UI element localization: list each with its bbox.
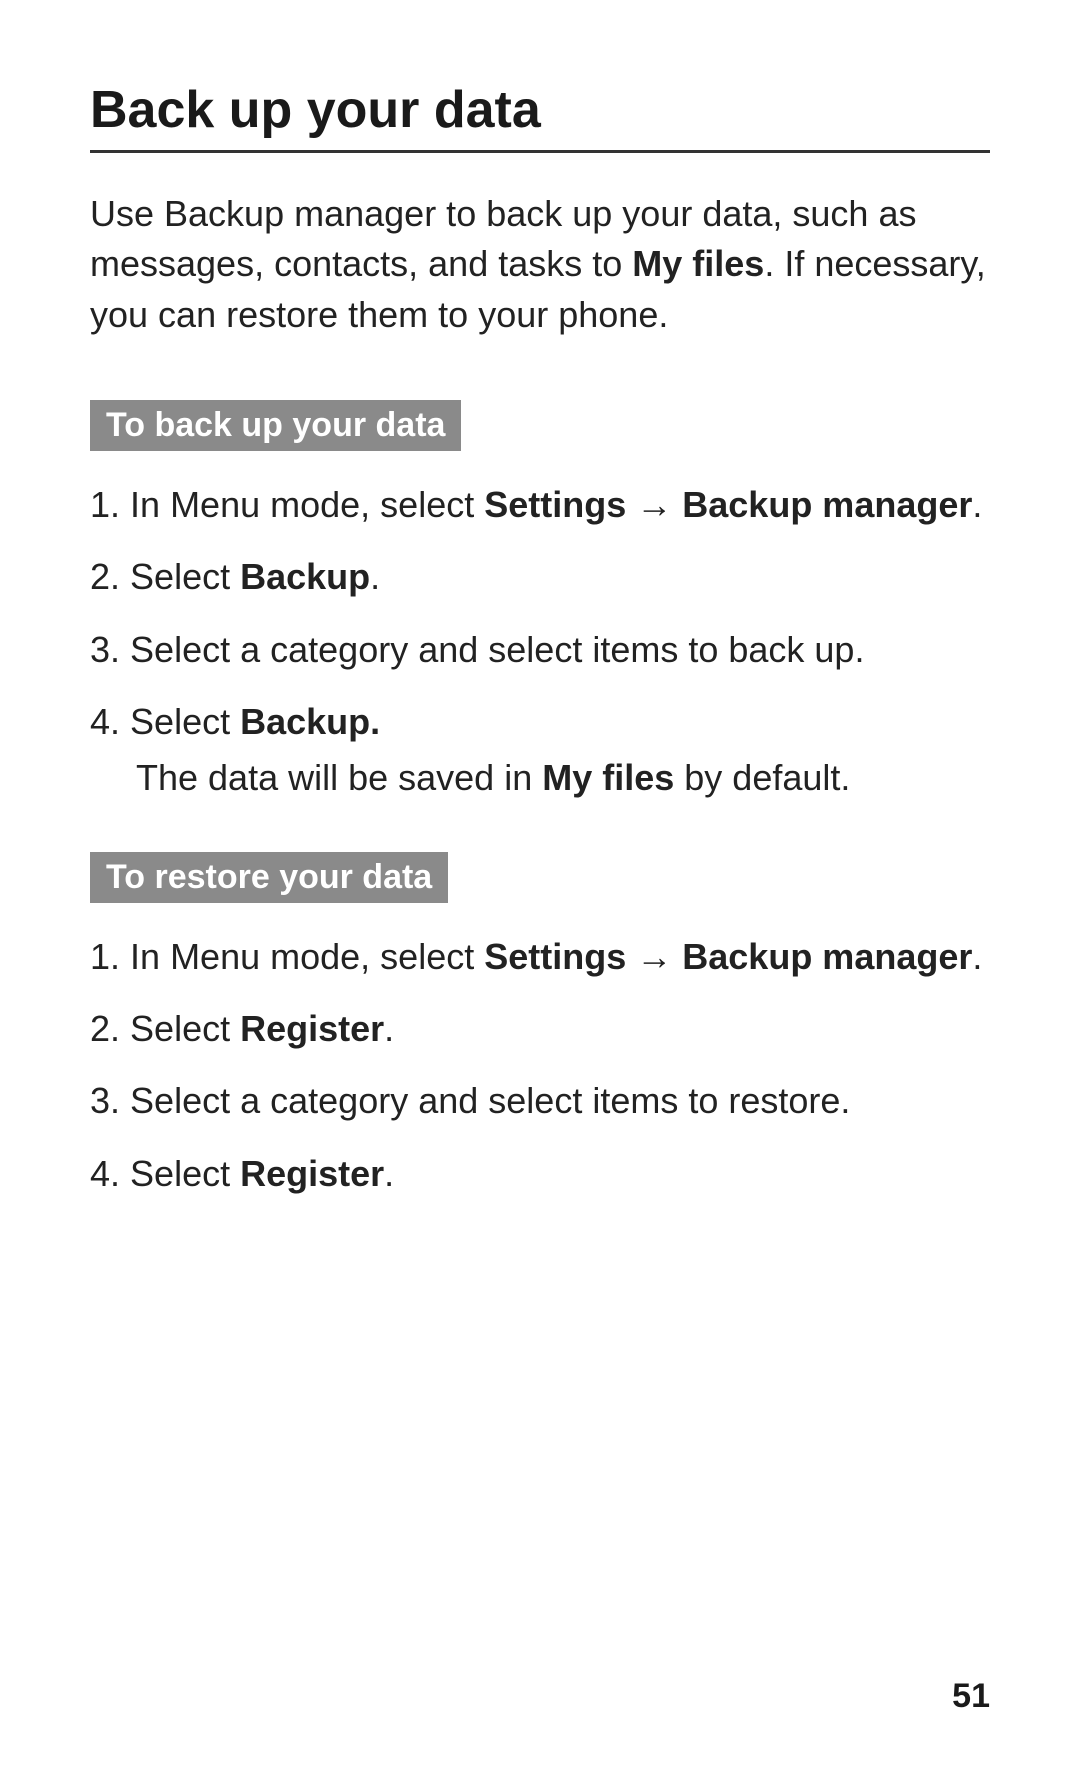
intro-paragraph: Use Backup manager to back up your data,… (90, 189, 990, 340)
sub-bold: My files (542, 757, 674, 798)
sub-text: by default. (674, 757, 850, 798)
restore-step-1: In Menu mode, select Settings → Backup m… (90, 931, 990, 983)
step-text: In Menu mode, select (130, 936, 484, 977)
step-bold: Register (240, 1008, 384, 1049)
backup-step-3: Select a category and select items to ba… (90, 624, 990, 676)
restore-step-3: Select a category and select items to re… (90, 1075, 990, 1127)
step-text: Select (130, 701, 240, 742)
restore-step-4: Select Register. (90, 1148, 990, 1200)
step-text: Select (130, 1153, 240, 1194)
step-bold: Backup manager (682, 484, 972, 525)
step-text: . (384, 1008, 394, 1049)
step-text: . (972, 936, 982, 977)
page-title: Back up your data (90, 80, 990, 153)
step-bold: Backup manager (682, 936, 972, 977)
section-label-backup: To back up your data (90, 400, 461, 451)
step-text: . (384, 1153, 394, 1194)
backup-step-1: In Menu mode, select Settings → Backup m… (90, 479, 990, 531)
step-subtext: The data will be saved in My files by de… (136, 752, 990, 804)
step-text: Select (130, 556, 240, 597)
step-bold: Settings (484, 484, 626, 525)
step-text: . (972, 484, 982, 525)
step-text: Select a category and select items to ba… (130, 629, 864, 670)
page-number: 51 (952, 1677, 990, 1716)
step-text: In Menu mode, select (130, 484, 484, 525)
sub-text: The data will be saved in (136, 757, 542, 798)
section-backup: To back up your data In Menu mode, selec… (90, 400, 990, 804)
backup-step-2: Select Backup. (90, 551, 990, 603)
restore-steps: In Menu mode, select Settings → Backup m… (90, 931, 990, 1200)
section-label-restore: To restore your data (90, 852, 448, 903)
backup-step-4: Select Backup. The data will be saved in… (90, 696, 990, 804)
restore-step-2: Select Register. (90, 1003, 990, 1055)
step-bold: Settings (484, 936, 626, 977)
step-bold: Backup (240, 556, 370, 597)
arrow-icon: → (626, 484, 682, 525)
step-bold: Backup. (240, 701, 380, 742)
intro-bold-1: My files (632, 243, 764, 284)
step-bold: Register (240, 1153, 384, 1194)
step-text: Select (130, 1008, 240, 1049)
section-restore: To restore your data In Menu mode, selec… (90, 852, 990, 1200)
arrow-icon: → (626, 936, 682, 977)
step-text: . (370, 556, 380, 597)
step-text: Select a category and select items to re… (130, 1080, 850, 1121)
document-page: Back up your data Use Backup manager to … (0, 0, 1080, 1308)
backup-steps: In Menu mode, select Settings → Backup m… (90, 479, 990, 804)
